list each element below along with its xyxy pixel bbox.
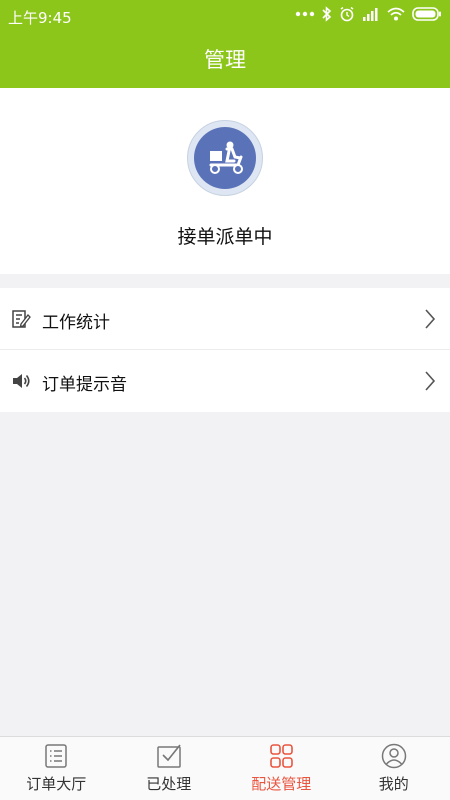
user-icon [381,743,406,769]
tab-order-hall[interactable]: 订单大厅 [0,737,113,800]
tab-label: 我的 [378,775,409,793]
page-title: 管理 [204,48,246,72]
tab-label: 配送管理 [251,775,312,793]
status-bar: 上午9:45 [0,0,450,34]
status-time: 上午9:45 [8,9,72,27]
status-icons [295,6,442,22]
alarm-icon [340,6,354,22]
speaker-icon [13,374,30,388]
grid-icon [270,744,294,768]
chevron-right-icon [425,371,436,391]
bottom-tab-bar: 订单大厅 已处理 配送管理 我的 [0,736,450,800]
chevron-right-icon [425,309,436,329]
menu-item-label: 订单提示音 [42,375,127,395]
app-header: 上午9:45 管理 [0,0,450,88]
tab-processed[interactable]: 已处理 [113,737,226,800]
tab-mine[interactable]: 我的 [338,737,450,800]
menu-item-order-sound[interactable]: 订单提示音 [0,350,450,412]
bluetooth-icon [322,6,332,22]
signal-icon [363,8,378,21]
tab-label: 订单大厅 [26,775,87,793]
avatar[interactable] [187,120,263,196]
battery-icon [412,7,441,21]
processed-icon [157,744,181,768]
menu-item-label: 工作统计 [42,313,110,333]
edit-note-icon [12,310,31,328]
tab-label: 已处理 [146,775,192,793]
profile-section: 接单派单中 [0,88,450,274]
work-status-text: 接单派单中 [177,226,273,248]
wifi-icon [387,7,405,21]
order-list-icon [45,744,67,768]
tab-delivery-management[interactable]: 配送管理 [225,737,338,800]
delivery-scooter-icon [194,127,256,189]
menu-item-work-stats[interactable]: 工作统计 [0,288,450,350]
settings-menu: 工作统计 订单提示音 [0,288,450,412]
more-dots-icon [295,11,315,17]
